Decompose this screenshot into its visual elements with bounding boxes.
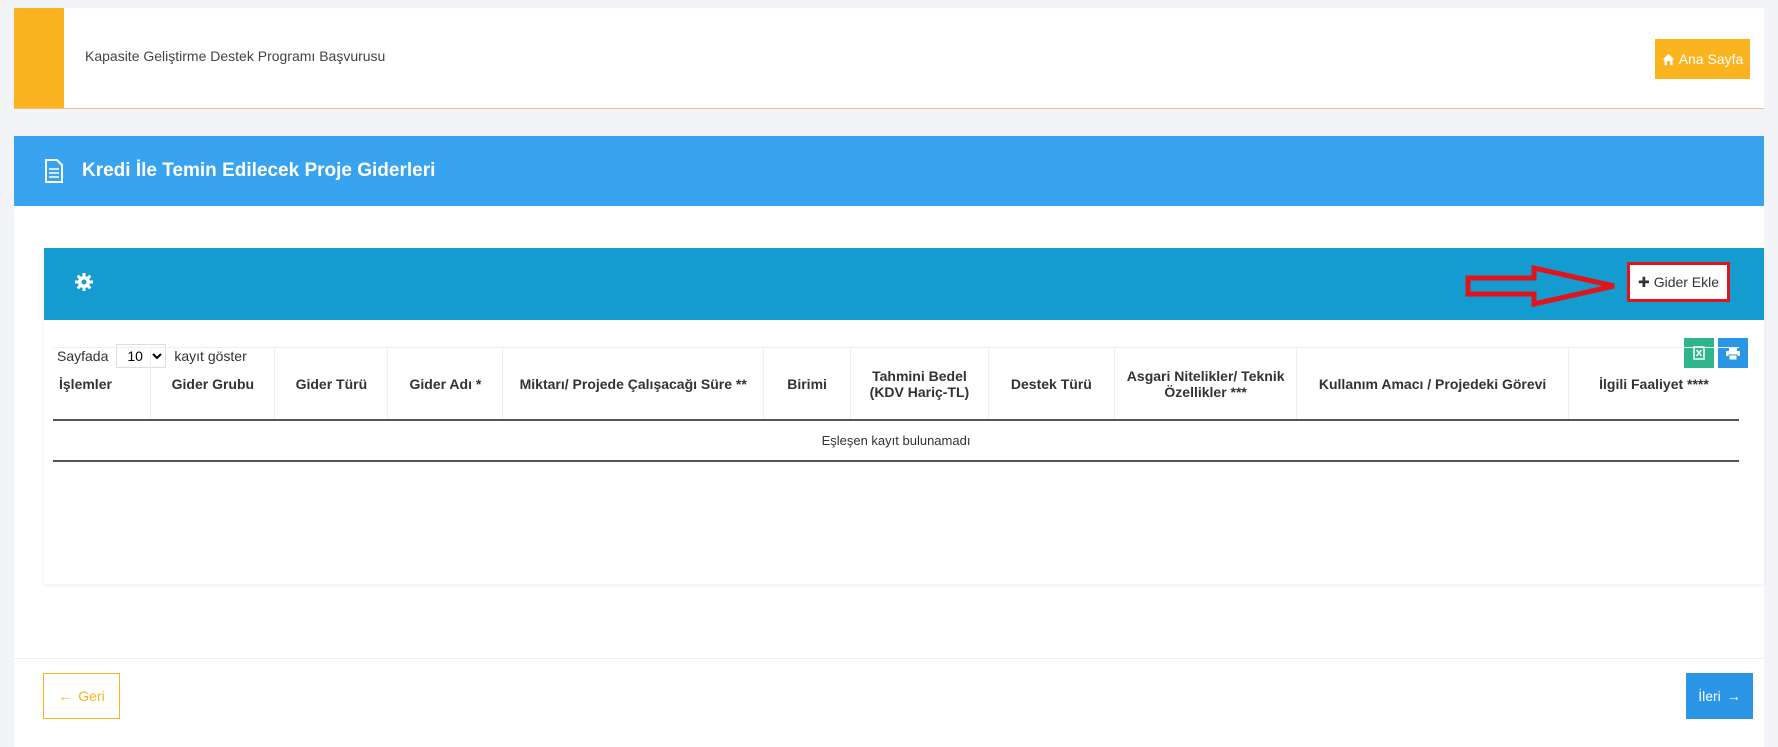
section-header: Kredi İle Temin Edilecek Proje Giderleri	[14, 136, 1764, 206]
highlight-arrow	[1465, 264, 1615, 308]
expenses-table: İşlemler Gider Grubu Gider Türü Gider Ad…	[53, 347, 1739, 462]
panel-header: ✚ Gider Ekle	[44, 248, 1764, 320]
empty-row: Eşleşen kayıt bulunamadı	[53, 420, 1739, 462]
home-icon	[1662, 53, 1674, 65]
add-expense-button[interactable]: ✚ Gider Ekle	[1627, 262, 1730, 302]
home-button[interactable]: Ana Sayfa	[1655, 39, 1750, 79]
column-header[interactable]: Gider Adı *	[387, 347, 503, 421]
column-header[interactable]: Tahmini Bedel (KDV Hariç-TL)	[850, 347, 989, 421]
column-header[interactable]: İşlemler	[53, 347, 151, 421]
next-button-label: İleri	[1698, 688, 1721, 704]
column-header[interactable]: Gider Türü	[274, 347, 388, 421]
gear-icon[interactable]	[74, 272, 94, 292]
back-button-label: Geri	[78, 688, 105, 704]
top-bar: Kapasite Geliştirme Destek Programı Başv…	[14, 8, 1764, 109]
accent-stripe	[14, 8, 64, 108]
table-header-row: İşlemler Gider Grubu Gider Türü Gider Ad…	[53, 347, 1739, 421]
add-expense-label: Gider Ekle	[1653, 274, 1720, 290]
column-header[interactable]: Birimi	[762, 347, 851, 421]
column-header[interactable]: Kullanım Amacı / Projedeki Görevi	[1296, 347, 1569, 421]
column-header[interactable]: Gider Grubu	[150, 347, 275, 421]
back-button[interactable]: ← Geri	[43, 673, 120, 719]
footer-divider	[14, 658, 1764, 659]
plus-icon: ✚	[1637, 273, 1650, 290]
column-header[interactable]: Miktarı/ Projede Çalışacağı Süre **	[502, 347, 764, 421]
section-title: Kredi İle Temin Edilecek Proje Giderleri	[82, 160, 436, 181]
column-header[interactable]: İlgili Faaliyet ****	[1567, 347, 1739, 421]
column-header[interactable]: Asgari Nitelikler/ Teknik Özellikler ***	[1114, 347, 1297, 421]
empty-message: Eşleşen kayıt bulunamadı	[53, 420, 1739, 462]
next-button[interactable]: İleri →	[1686, 673, 1753, 719]
program-title: Kapasite Geliştirme Destek Programı Başv…	[85, 48, 386, 64]
arrow-left-icon: ←	[58, 688, 73, 704]
arrow-right-icon: →	[1726, 688, 1741, 704]
document-icon	[45, 159, 63, 183]
column-header[interactable]: Destek Türü	[987, 347, 1115, 421]
home-button-label: Ana Sayfa	[1678, 51, 1744, 67]
